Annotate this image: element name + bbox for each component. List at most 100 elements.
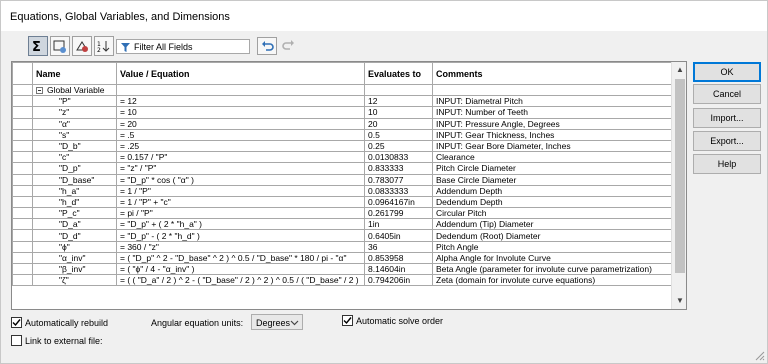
undo-button[interactable] (257, 37, 277, 55)
cell-name[interactable]: "D_base" (32, 173, 117, 186)
scroll-up-icon[interactable]: ▲ (672, 62, 686, 78)
row-header[interactable] (12, 128, 33, 141)
cell-comments[interactable]: Dedendum (Root) Diameter (432, 229, 673, 242)
cell-comments[interactable]: Clearance (432, 151, 673, 164)
table-row[interactable]: "h_a" = 1 / "P" 0.0833333 Addendum Depth (12, 184, 673, 197)
cell-name[interactable]: "h_d" (32, 195, 117, 209)
cell-value[interactable]: = 0.157 / "P" (116, 151, 365, 164)
table-row[interactable]: "D_p" = "z" / "P" 0.833333 Pitch Circle Dia… (12, 162, 673, 175)
cell-value[interactable]: = 1 / "P" (116, 184, 365, 197)
cell-name[interactable]: "h_a" (32, 184, 117, 197)
cell-comments[interactable]: INPUT: Diametral Pitch (432, 95, 673, 108)
cell-name[interactable]: "ζ" (32, 274, 117, 287)
cell-value[interactable]: = "D_p" * cos ( "α" ) (116, 173, 365, 186)
row-header[interactable] (12, 117, 33, 130)
redo-button[interactable] (279, 37, 297, 55)
vertical-scrollbar[interactable]: ▲ ▼ (671, 62, 686, 309)
table-row[interactable]: "α_inv" = ( "D_p" ^ 2 - "D_base" ^ 2 ) ^ … (12, 251, 673, 265)
table-row[interactable]: "P_c" = pi / "P" 0.261799 Circular Pitch (12, 207, 673, 220)
angular-units-select[interactable]: Degrees (251, 314, 303, 330)
table-row[interactable]: "z" = 10 10 INPUT: Number of Teeth (12, 106, 673, 119)
table-row[interactable]: "D_base" = "D_p" * cos ( "α" ) 0.783077 Bas… (12, 173, 673, 186)
row-header[interactable] (12, 229, 33, 242)
auto-rebuild-checkbox[interactable] (11, 317, 22, 328)
table-row[interactable]: "h_d" = 1 / "P" + "c" 0.0964167in Dedendum … (12, 195, 673, 209)
row-header[interactable] (12, 95, 33, 108)
help-button[interactable]: Help (693, 154, 761, 174)
cell-name[interactable]: "D_b" (32, 139, 117, 153)
cell-comments[interactable]: Base Circle Diameter (432, 173, 673, 186)
row-header[interactable] (12, 218, 33, 231)
row-header[interactable] (12, 162, 33, 175)
row-header[interactable] (12, 251, 33, 265)
cell-comments[interactable]: Addendum Depth (432, 184, 673, 197)
cell-name[interactable]: "α" (32, 117, 117, 130)
ok-button[interactable]: OK (693, 62, 761, 82)
row-header[interactable] (12, 195, 33, 209)
row-header[interactable] (12, 139, 33, 153)
cell-value[interactable]: = "D_p" + ( 2 * "h_a" ) (116, 218, 365, 231)
header-name[interactable]: Name (32, 62, 117, 85)
row-header[interactable] (12, 151, 33, 164)
cell-value[interactable]: = 20 (116, 117, 365, 130)
ordered-view-button[interactable]: 12 (94, 36, 114, 56)
collapse-icon[interactable] (36, 87, 43, 95)
table-row[interactable]: "α" = 20 20 INPUT: Pressure Angle, Degrees (12, 117, 673, 130)
header-comments[interactable]: Comments (432, 62, 673, 85)
cell-value[interactable]: = .5 (116, 128, 365, 141)
auto-solve-checkbox[interactable] (342, 315, 353, 326)
table-row[interactable]: "P" = 12 12 INPUT: Diametral Pitch (12, 95, 673, 108)
table-row[interactable]: "ϕ" = 360 / "z" 36 Pitch Angle (12, 240, 673, 253)
cell-comments[interactable]: Pitch Circle Diameter (432, 162, 673, 175)
table-row[interactable]: "s" = .5 0.5 INPUT: Gear Thickness, Inches (12, 128, 673, 141)
group-row[interactable]: Global Variable (12, 83, 673, 97)
row-header[interactable] (12, 240, 33, 253)
cell-name[interactable]: "D_p" (32, 162, 117, 175)
cell-name[interactable]: "P" (32, 95, 117, 108)
cell-comments[interactable]: Dedendum Depth (432, 195, 673, 209)
cell-comments[interactable]: INPUT: Number of Teeth (432, 106, 673, 119)
dimension-view-button[interactable] (72, 36, 92, 56)
cell-value[interactable]: = .25 (116, 139, 365, 153)
scroll-down-icon[interactable]: ▼ (672, 293, 686, 309)
table-row[interactable]: "D_d" = "D_p" - ( 2 * "h_d" ) 0.6405in Dede… (12, 229, 673, 242)
export-button[interactable]: Export... (693, 131, 761, 151)
cell-name[interactable]: "s" (32, 128, 117, 141)
row-header[interactable] (12, 262, 33, 276)
cell-comments[interactable]: Addendum (Tip) Diameter (432, 218, 673, 231)
row-header[interactable] (12, 184, 33, 197)
scroll-thumb[interactable] (675, 79, 685, 273)
header-value[interactable]: Value / Equation (116, 62, 365, 85)
row-header[interactable] (12, 106, 33, 119)
table-row[interactable]: "β_inv" = ( "ϕ" / 4 - "α_inv" ) 8.14604in B… (12, 262, 673, 276)
cell-comments[interactable]: INPUT: Gear Bore Diameter, Inches (432, 139, 673, 153)
cell-comments[interactable]: Beta Angle (parameter for involute curve… (432, 262, 673, 276)
cell-value[interactable]: = ( "ϕ" / 4 - "α_inv" ) (116, 262, 365, 276)
table-row[interactable]: "ζ" = ( ( "D_a" / 2 ) ^ 2 - ( "D_base" / … (12, 274, 673, 287)
cell-name[interactable]: "c" (32, 151, 117, 164)
cell-value[interactable]: = 1 / "P" + "c" (116, 195, 365, 209)
row-header[interactable] (12, 83, 33, 97)
cell-value[interactable]: = ( ( "D_a" / 2 ) ^ 2 - ( "D_base" / 2 )… (116, 274, 365, 287)
sketch-equation-view-button[interactable] (50, 36, 70, 56)
cell-name[interactable]: "β_inv" (32, 262, 117, 276)
cell-comments[interactable]: Circular Pitch (432, 207, 673, 220)
cell-value[interactable]: = 360 / "z" (116, 240, 365, 253)
link-external-checkbox[interactable] (11, 335, 22, 346)
cell-comments[interactable]: Zeta (domain for involute curve equation… (432, 274, 673, 287)
row-header[interactable] (12, 207, 33, 220)
cell-value[interactable]: = "z" / "P" (116, 162, 365, 175)
cell-name[interactable]: "D_d" (32, 229, 117, 242)
header-evaluates[interactable]: Evaluates to (364, 62, 433, 85)
table-row[interactable]: "c" = 0.157 / "P" 0.0130833 Clearance (12, 151, 673, 164)
filter-field[interactable]: Filter All Fields (116, 39, 250, 54)
cell-comments[interactable]: Alpha Angle for Involute Curve (432, 251, 673, 265)
cancel-button[interactable]: Cancel (693, 84, 761, 104)
cell-value[interactable]: = 10 (116, 106, 365, 119)
table-row[interactable]: "D_a" = "D_p" + ( 2 * "h_a" ) 1in Addendum … (12, 218, 673, 231)
cell-value[interactable]: = "D_p" - ( 2 * "h_d" ) (116, 229, 365, 242)
cell-comments[interactable]: Pitch Angle (432, 240, 673, 253)
cell-name[interactable]: "D_a" (32, 218, 117, 231)
resize-grip-icon[interactable] (753, 349, 765, 361)
group-cell[interactable]: Global Variable (32, 83, 117, 97)
